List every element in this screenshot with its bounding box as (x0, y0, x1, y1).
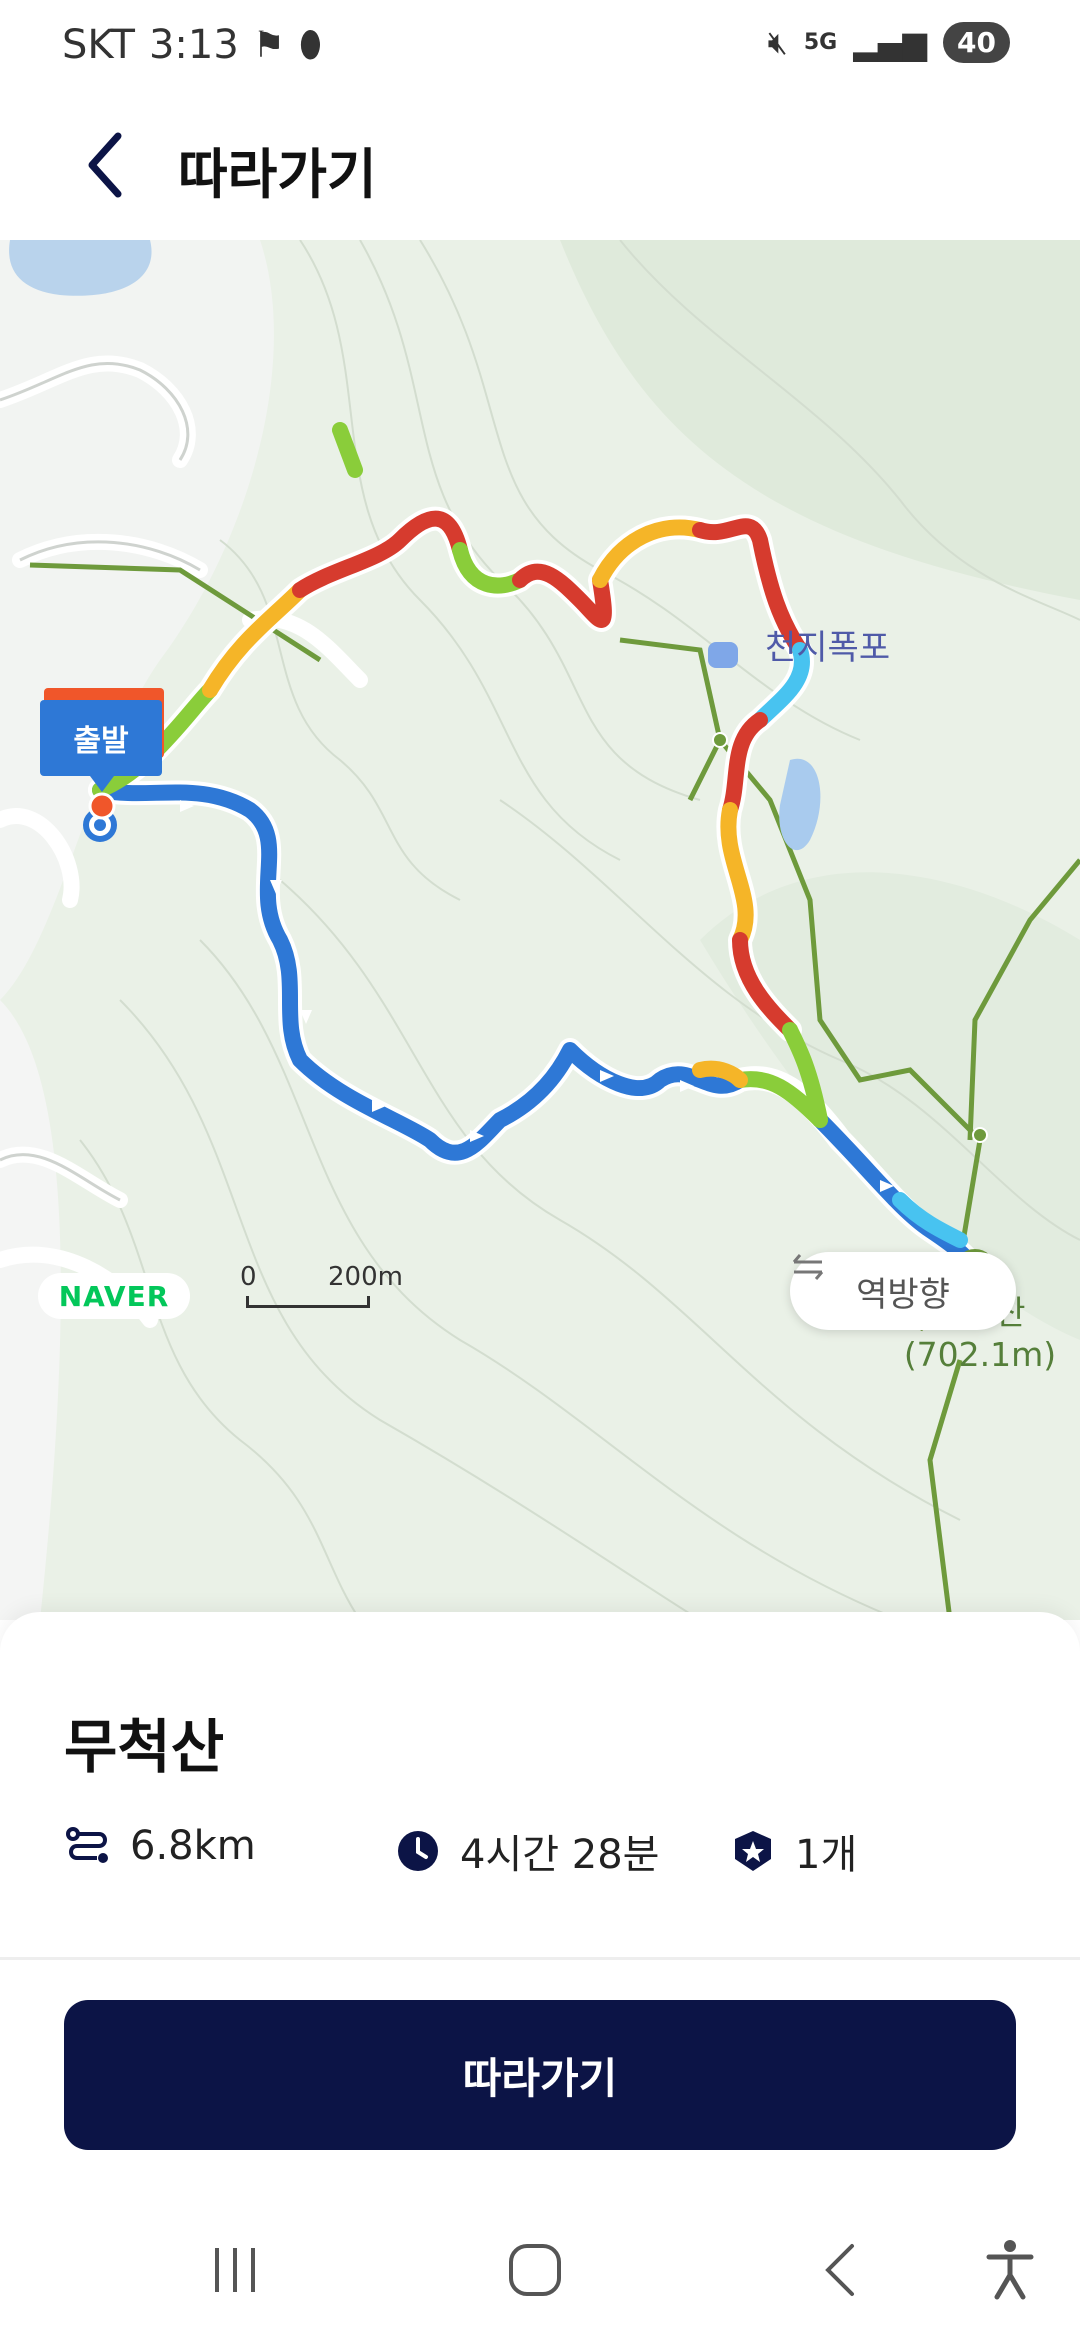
system-nav-bar (0, 2190, 1080, 2340)
follow-button[interactable]: 따라가기 (64, 2000, 1016, 2150)
home-button[interactable] (490, 2230, 580, 2310)
status-left: SKT 3:13 ⚑ ⬮ (62, 22, 322, 68)
home-icon (509, 2244, 561, 2296)
accessibility-icon (986, 2240, 1034, 2300)
peak-elevation: (702.1m) (903, 1335, 1057, 1374)
route-name: 무척산 (64, 1713, 225, 1781)
clock-icon (394, 1827, 442, 1875)
page-title: 따라가기 (178, 143, 377, 206)
duration-stat: 4시간 28분 (394, 1822, 659, 1880)
clock-text: 3:13 (148, 22, 239, 68)
pill-icon: ⬮ (299, 24, 322, 65)
section-divider (0, 1957, 1080, 1960)
swap-arrows-icon (792, 1254, 824, 1280)
waterfall-label[interactable]: 천지폭포 (765, 620, 890, 669)
route-stats: 6.8km 4시간 28분 1개 (64, 1822, 1044, 1892)
map-scale-bar: 0 200m (240, 1262, 420, 1322)
start-marker-label: 출발 (40, 700, 162, 792)
scale-start-label: 0 (240, 1262, 257, 1292)
scale-line (246, 1296, 370, 1308)
badge-count-value: 1개 (795, 1832, 858, 1878)
back-chevron-icon (825, 2244, 854, 2296)
trail-map[interactable]: 출발 천지폭포 무척산 (702.1m) NAVER 0 200m 역방향 (0, 240, 1080, 1620)
distance-value: 6.8km (130, 1823, 256, 1869)
reverse-direction-label: 역방향 (856, 1274, 950, 1315)
mute-icon: 🔇︎ (767, 23, 788, 61)
accessibility-button[interactable] (965, 2230, 1055, 2310)
route-path-icon (64, 1822, 112, 1870)
network-type-text: 5G (803, 30, 838, 55)
back-button[interactable] (60, 120, 150, 210)
carrier-text: SKT (62, 22, 135, 68)
start-marker[interactable]: 출발 (40, 688, 164, 792)
recent-apps-button[interactable] (190, 2230, 280, 2310)
signal-icon: ▂▄▆ (853, 23, 928, 62)
badge-star-icon (729, 1827, 777, 1875)
app-header: 따라가기 (0, 95, 1080, 240)
chevron-left-icon (88, 132, 122, 198)
battery-indicator: 40 (943, 22, 1010, 63)
map-canvas (0, 240, 1080, 1620)
notification-icon: ⚑ (252, 24, 286, 66)
recent-apps-icon (215, 2248, 255, 2292)
badge-stat: 1개 (729, 1822, 857, 1880)
scale-end-label: 200m (328, 1262, 403, 1292)
duration-value: 4시간 28분 (460, 1832, 660, 1878)
status-bar: SKT 3:13 ⚑ ⬮ 🔇︎ 5G ▂▄▆ 40 (0, 0, 1080, 95)
reverse-direction-button[interactable]: 역방향 (790, 1252, 1016, 1330)
naver-logo: NAVER (38, 1273, 190, 1319)
status-right: 🔇︎ 5G ▂▄▆ 40 (768, 22, 1010, 63)
system-back-button[interactable] (795, 2230, 885, 2310)
distance-stat: 6.8km (64, 1822, 256, 1870)
